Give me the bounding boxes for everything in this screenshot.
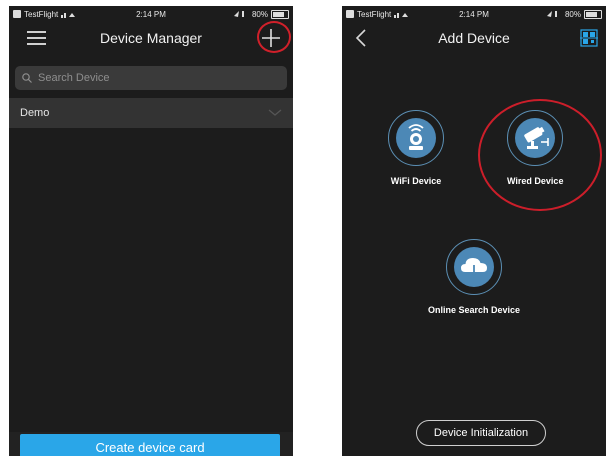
signal-wifi-icon xyxy=(394,13,409,18)
search-bar[interactable] xyxy=(15,66,287,90)
highlight-circle xyxy=(257,21,291,53)
cloud-download-icon xyxy=(454,247,495,287)
status-bar: TestFlight 2:14 PM 80% xyxy=(342,6,606,22)
testflight-icon xyxy=(13,10,21,18)
wifi-camera-icon xyxy=(396,118,436,158)
battery-icon xyxy=(271,9,289,19)
status-bar: TestFlight 2:14 PM 80% xyxy=(9,6,293,22)
back-chevron-icon[interactable] xyxy=(354,28,368,48)
device-initialization-button[interactable]: Device Initialization xyxy=(416,420,546,446)
online-search-device-option[interactable]: Online Search Device xyxy=(428,239,520,315)
add-device-screen: TestFlight 2:14 PM 80% Add Device WiFi D… xyxy=(342,6,606,456)
carrier-label: TestFlight xyxy=(24,9,59,19)
nav-bar: Add Device xyxy=(342,22,606,54)
nav-bar: Device Manager xyxy=(9,21,293,54)
wifi-device-button[interactable] xyxy=(388,110,444,166)
page-title: Add Device xyxy=(438,30,510,46)
wifi-device-option[interactable]: WiFi Device xyxy=(388,110,444,186)
location-bluetooth-icon xyxy=(546,11,557,17)
highlight-circle xyxy=(478,99,602,211)
signal-wifi-icon xyxy=(61,13,76,18)
chevron-down-icon[interactable] xyxy=(268,109,282,117)
battery-percent: 80% xyxy=(251,9,268,19)
group-name: Demo xyxy=(20,107,50,119)
online-search-device-label: Online Search Device xyxy=(428,305,521,315)
qr-scan-icon[interactable] xyxy=(580,29,598,47)
testflight-icon xyxy=(346,10,354,18)
search-input[interactable] xyxy=(36,71,270,85)
create-device-card-button[interactable]: Create device card xyxy=(20,434,280,456)
device-group-row[interactable]: Demo xyxy=(9,98,293,128)
page-title: Device Manager xyxy=(100,30,202,46)
carrier-label: TestFlight xyxy=(357,9,392,19)
online-search-device-button[interactable] xyxy=(446,239,503,295)
wifi-device-label: WiFi Device xyxy=(390,176,442,186)
menu-icon[interactable] xyxy=(27,31,46,45)
location-bluetooth-icon xyxy=(233,11,244,17)
battery-percent: 80% xyxy=(564,9,581,19)
battery-icon xyxy=(584,9,602,19)
search-icon xyxy=(22,73,32,83)
device-manager-screen: TestFlight 2:14 PM 80% Device Manager De… xyxy=(9,6,293,456)
